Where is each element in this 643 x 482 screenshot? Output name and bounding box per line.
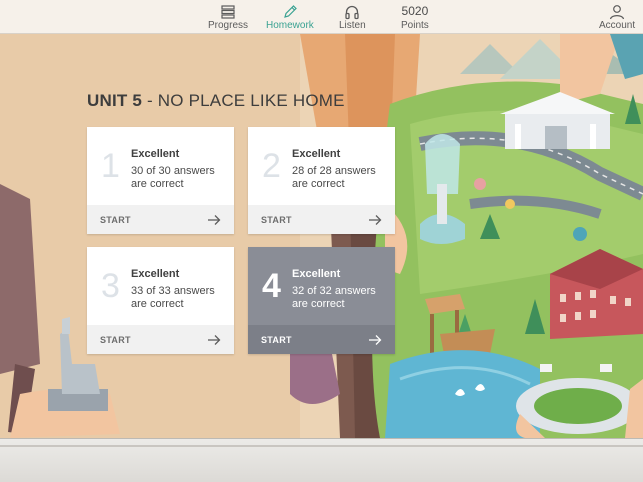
arrow-right-icon	[368, 214, 382, 226]
arrow-right-icon	[207, 334, 221, 346]
pencil-icon	[281, 3, 299, 20]
lesson-score: 30 of 30 answers are correct	[131, 165, 215, 190]
start-label: START	[100, 214, 131, 225]
lesson-score: 33 of 33 answers are correct	[131, 285, 215, 310]
nav-account[interactable]: Account	[599, 3, 635, 31]
nav-tab-homework[interactable]: Homework	[266, 3, 314, 31]
lesson-status: Excellent	[131, 148, 180, 160]
nav-points: 5020 Points	[401, 3, 429, 31]
lesson-card-4[interactable]: 4 Excellent 32 of 32 answers are correct…	[248, 247, 395, 354]
lesson-card-1[interactable]: 1 Excellent 30 of 30 answers are correct…	[87, 127, 234, 234]
top-nav-bar: Progress Homework Listen 5020 Points Acc…	[0, 0, 643, 34]
lesson-number: 4	[262, 267, 281, 305]
nav-tab-progress[interactable]: Progress	[208, 3, 248, 31]
headphones-icon	[343, 3, 361, 20]
lesson-number: 2	[262, 147, 281, 185]
unit-title: - NO PLACE LIKE HOME	[146, 91, 345, 110]
bottom-bar-divider	[0, 445, 643, 447]
lesson-score: 32 of 32 answers are correct	[292, 285, 376, 310]
lesson-start-button[interactable]: START	[248, 205, 395, 234]
unit-heading: UNIT 5 - NO PLACE LIKE HOME	[87, 91, 345, 111]
nav-account-label: Account	[599, 20, 636, 31]
progress-list-icon	[219, 3, 237, 20]
bottom-bar	[0, 438, 643, 482]
lesson-start-button[interactable]: START	[87, 205, 234, 234]
lesson-card-2[interactable]: 2 Excellent 28 of 28 answers are correct…	[248, 127, 395, 234]
points-value: 5020	[401, 4, 429, 18]
nav-tab-listen[interactable]: Listen	[339, 3, 366, 31]
unit-number: UNIT 5	[87, 91, 143, 110]
lesson-status: Excellent	[292, 148, 341, 160]
lesson-status: Excellent	[131, 268, 180, 280]
lesson-start-button[interactable]: START	[248, 325, 395, 354]
lesson-card-3[interactable]: 3 Excellent 33 of 33 answers are correct…	[87, 247, 234, 354]
arrow-right-icon	[207, 214, 221, 226]
lesson-status: Excellent	[292, 268, 341, 280]
user-icon	[608, 3, 626, 20]
points-label: Points	[401, 20, 429, 31]
nav-tab-listen-label: Listen	[339, 20, 366, 31]
lesson-score: 28 of 28 answers are correct	[292, 165, 376, 190]
nav-tab-homework-label: Homework	[266, 20, 314, 31]
start-label: START	[261, 214, 292, 225]
lesson-number: 1	[101, 147, 120, 185]
arrow-right-icon	[368, 334, 382, 346]
nav-tab-progress-label: Progress	[208, 20, 249, 31]
start-label: START	[261, 334, 292, 345]
start-label: START	[100, 334, 131, 345]
lesson-start-button[interactable]: START	[87, 325, 234, 354]
lesson-number: 3	[101, 267, 120, 305]
